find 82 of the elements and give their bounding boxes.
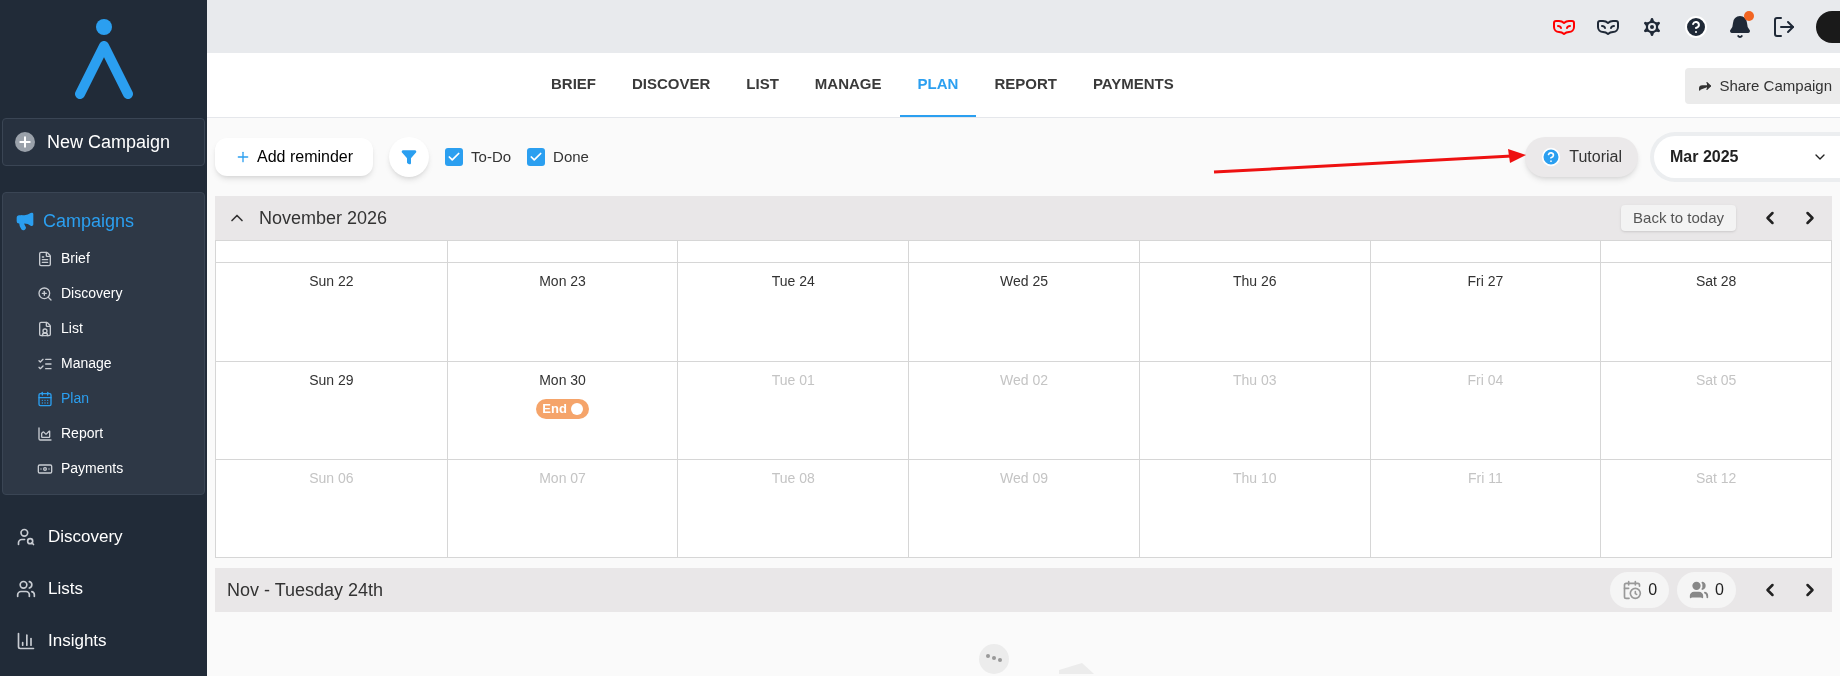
- check-icon: [447, 150, 462, 164]
- zoom-icon: [37, 285, 53, 302]
- checkbox-label: To-Do: [471, 146, 512, 167]
- help-icon: [1541, 147, 1562, 167]
- users-icon: [1689, 580, 1710, 600]
- filter-button[interactable]: [389, 137, 430, 177]
- new-campaign-button[interactable]: New Campaign: [2, 118, 205, 166]
- check-icon: [529, 150, 544, 164]
- users-icon: [16, 579, 36, 599]
- sidebar-item[interactable]: Payments: [3, 451, 204, 486]
- reminder-count: 0: [1610, 572, 1670, 608]
- sidebar-item[interactable]: Manage: [3, 346, 204, 381]
- day-cell[interactable]: Sun 29: [216, 362, 447, 459]
- document-icon: [37, 250, 53, 267]
- sidebar-item[interactable]: List: [3, 311, 204, 346]
- share-campaign-button[interactable]: Share Campaign: [1685, 68, 1840, 104]
- day-cell[interactable]: Thu 26: [1138, 263, 1370, 361]
- day-label: Sun 06: [309, 469, 354, 488]
- checkbox-label: Done: [553, 146, 589, 167]
- sidebar-item[interactable]: Plan: [3, 381, 204, 416]
- tab[interactable]: PAYMENTS: [1074, 53, 1192, 117]
- campaigns-heading: Campaigns: [43, 209, 135, 233]
- day-label: Tue 08: [771, 469, 815, 488]
- tab[interactable]: DISCOVER: [614, 53, 729, 117]
- day-cell[interactable]: Mon 23: [446, 263, 678, 361]
- day-label: Sat 28: [1695, 272, 1737, 291]
- day-label: Wed 02: [1000, 371, 1048, 390]
- day-label: Sat 12: [1695, 469, 1737, 488]
- tab[interactable]: LIST: [728, 53, 797, 117]
- sidebar-item[interactable]: Discovery: [0, 511, 207, 563]
- logout-icon[interactable]: [1772, 14, 1796, 39]
- day-title: Nov - Tuesday 24th: [227, 578, 384, 602]
- tab[interactable]: MANAGE: [796, 53, 900, 117]
- sidebar-item[interactable]: Brief: [3, 241, 204, 276]
- person-document-icon: [37, 320, 53, 337]
- megaphone-icon: [15, 211, 35, 231]
- day-label: Thu 03: [1232, 371, 1277, 390]
- tab[interactable]: REPORT: [976, 53, 1075, 117]
- day-cell[interactable]: Fri 27: [1369, 263, 1601, 361]
- day-label: Sat 05: [1695, 371, 1737, 390]
- day-cell[interactable]: Mon 30 End: [446, 362, 678, 459]
- tab[interactable]: BRIEF: [533, 53, 614, 117]
- checkbox[interactable]: [527, 148, 546, 166]
- help-icon[interactable]: [1684, 14, 1708, 39]
- day-label: Mon 23: [539, 272, 586, 291]
- notification-bell-icon[interactable]: [1728, 14, 1752, 39]
- calendar-icon: [37, 390, 53, 407]
- add-reminder-button[interactable]: Add reminder: [215, 138, 374, 176]
- day-label: Tue 01: [771, 371, 815, 390]
- day-label: Sun 22: [309, 272, 354, 291]
- tutorial-button[interactable]: Tutorial: [1525, 137, 1638, 177]
- day-cell[interactable]: Wed 25: [908, 263, 1139, 361]
- calendar-clock-icon: [1622, 580, 1643, 600]
- badge-icon: [570, 403, 583, 415]
- sidebar-item[interactable]: Report: [3, 416, 204, 451]
- day-label: Fri 11: [1468, 469, 1503, 488]
- day-label: Thu 10: [1232, 469, 1277, 488]
- day-label: Tue 24: [771, 272, 815, 291]
- day-cell[interactable]: Tue 24: [677, 263, 909, 361]
- user-search-icon: [16, 527, 36, 547]
- day-label: Fri 04: [1467, 371, 1504, 390]
- day-label: Thu 26: [1232, 272, 1277, 291]
- people-count: 0: [1677, 572, 1736, 608]
- chart-icon: [37, 425, 53, 442]
- sidebar-item[interactable]: Lists: [0, 563, 207, 615]
- checkbox[interactable]: [445, 148, 464, 166]
- back-to-today-button[interactable]: Back to today: [1621, 205, 1736, 231]
- plus-icon: [235, 149, 251, 165]
- filter-icon: [401, 149, 418, 165]
- day-label: Mon 30: [539, 371, 586, 390]
- sidebar-item[interactable]: Discovery: [3, 276, 204, 311]
- user-avatar[interactable]: [1816, 10, 1840, 43]
- day-label: Sun 29: [309, 371, 354, 390]
- day-cell[interactable]: Sat 28: [1600, 263, 1831, 361]
- month-title: November 2026: [259, 206, 388, 230]
- day-label: Mon 07: [539, 469, 586, 488]
- day-label: Wed 25: [1000, 272, 1048, 291]
- day-label: Wed 09: [1000, 469, 1048, 488]
- sidebar-item[interactable]: Insights: [0, 615, 207, 667]
- day-cell[interactable]: Sun 22: [216, 263, 447, 361]
- day-label: Fri 27: [1467, 272, 1504, 291]
- bar-chart-icon: [16, 631, 36, 651]
